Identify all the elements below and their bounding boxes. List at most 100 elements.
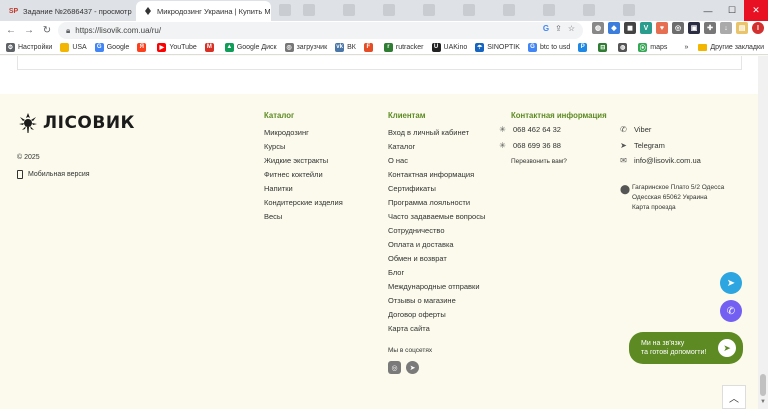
scroll-down-icon[interactable]: ▼ [760,399,766,405]
bookmark-item[interactable]: ⊟ [598,42,610,52]
bookmark-item[interactable]: G Google [94,42,129,52]
bookmark-item[interactable]: U UAKino [431,42,467,52]
star-icon[interactable]: ☆ [568,24,575,33]
extension-icon[interactable]: ◼ [624,22,636,34]
bookmark-item[interactable]: P [578,42,590,52]
footer-link[interactable]: Курсы [264,140,343,154]
tab-icon[interactable] [423,4,435,16]
footer-link[interactable]: Оплата и доставка [388,238,485,252]
tab-lisovik[interactable]: Микродозинг Украина | Купить М ✕ [136,1,271,21]
download-icon[interactable]: ↓ [720,22,732,34]
avatar[interactable]: I [752,22,764,34]
footer-link[interactable]: Контактная информация [388,168,485,182]
floating-telegram-icon[interactable]: ➤ [720,272,742,294]
page-scrollbar[interactable]: ▼ [758,56,768,409]
footer-link[interactable]: Весы [264,210,343,224]
footer-link[interactable]: Кондитерские изделия [264,196,343,210]
callback-link[interactable]: Перезвонить вам? [511,158,567,165]
site-logo[interactable]: ЛІСОВИК [17,112,135,134]
more-bookmarks-icon[interactable]: » [684,44,688,51]
telegram-link[interactable]: ➤ Telegram [619,141,665,150]
reload-icon[interactable]: ↻ [40,24,54,38]
bookmark-item[interactable]: ▲ Google Диск [224,42,277,52]
bookmark-item[interactable]: M [204,42,217,52]
bookmark-item[interactable]: Я [137,42,149,52]
footer-link[interactable]: Микродозинг [264,126,343,140]
extension-icon[interactable]: ▤ [736,22,748,34]
other-bookmarks[interactable]: Другие закладки [710,44,764,51]
footer-link[interactable]: Фитнес коктейли [264,168,343,182]
bookmark-item[interactable]: ⦿ maps [638,42,667,52]
tab-icon[interactable] [583,4,595,16]
instagram-icon[interactable]: ◎ [388,361,401,374]
tab-icon[interactable] [343,4,355,16]
bookmark-item[interactable]: r rutracker [383,42,424,52]
scroll-to-top-button[interactable]: ︿ [722,385,746,409]
address-line: Гагаринское Плато 5/2 Одесса [632,184,725,191]
bookmark-item[interactable]: ◎ загрузчик [284,42,327,52]
tab-icon[interactable] [543,4,555,16]
maximize-button[interactable]: ☐ [720,0,744,21]
footer-link[interactable]: Вход в личный кабинет [388,126,485,140]
email-link[interactable]: ✉ info@lisovik.com.ua [619,156,701,165]
viber-link[interactable]: ✆ Viber [619,125,651,134]
back-arrow-icon[interactable]: ← [4,24,18,38]
chat-send-icon[interactable]: ➤ [718,339,736,357]
phone-2[interactable]: ✳ 068 699 36 88 [498,141,561,150]
viber-label: Viber [634,125,652,134]
footer-link[interactable]: Сотрудничество [388,224,485,238]
tab-icon[interactable] [303,4,315,16]
tab-icon[interactable] [279,4,291,16]
footer-link[interactable]: Жидкие экстракты [264,154,343,168]
footer-link[interactable]: О нас [388,154,485,168]
phone-1[interactable]: ✳ 068 462 64 32 [498,125,561,134]
scrollbar-thumb[interactable] [760,374,766,396]
rutracker-icon: r [383,42,393,52]
bookmark-item[interactable]: F [363,42,376,52]
google-icon[interactable]: G [543,24,549,33]
extension-icon[interactable]: ◍ [592,22,604,34]
bookmark-item[interactable]: ◍ [618,42,630,52]
puzzle-icon[interactable]: ✚ [704,22,716,34]
tab-task[interactable]: SP Задание №2686437 - просмотр з ✕ [2,1,133,21]
bookmark-item[interactable]: vk ВК [335,42,356,52]
footer-link[interactable]: Карта сайта [388,322,485,336]
telegram-social-icon[interactable]: ➤ [406,361,419,374]
extension-icon[interactable]: ♥ [656,22,668,34]
chat-line: Ми на зв'язку [641,340,685,347]
bookmark-item[interactable]: ⚙ Настройки [6,42,52,52]
footer-link[interactable]: Каталог [388,140,485,154]
minimize-button[interactable]: — [696,0,720,21]
footer-link[interactable]: Сертификаты [388,182,485,196]
footer-link[interactable]: Договор оферты [388,308,485,322]
footer-link[interactable]: Международные отправки [388,280,485,294]
tab-icon[interactable] [383,4,395,16]
tab-icon[interactable] [463,4,475,16]
bookmark-item[interactable]: Gbtc to usd [527,42,570,52]
footer-link[interactable]: Обмен и возврат [388,252,485,266]
tab-icon[interactable] [623,4,635,16]
footer-link[interactable]: Программа лояльности [388,196,485,210]
address-bar[interactable]: 🔒︎ https://lisovik.com.ua/ru/ G ⇪ ☆ [58,22,583,39]
bookmark-item[interactable]: ▶ YouTube [157,42,197,52]
close-window-button[interactable]: ✕ [744,0,768,21]
url-text[interactable]: https://lisovik.com.ua/ru/ [75,26,161,35]
tab-icon[interactable] [503,4,515,16]
bookmark-item[interactable]: USA [60,42,87,52]
map-link[interactable]: Карта проезда [632,203,724,213]
share-icon[interactable]: ⇪ [555,24,562,33]
lock-icon[interactable]: 🔒︎ [66,26,70,36]
floating-viber-icon[interactable]: ✆ [720,300,742,322]
bookmark-item[interactable]: ☂ SINOPTIK [475,42,520,52]
extension-icon[interactable]: ▣ [688,22,700,34]
forward-arrow-icon[interactable]: → [22,24,36,38]
extension-icon[interactable]: V [640,22,652,34]
chat-widget[interactable]: Ми на зв'язку та готові допомогти! ➤ [629,332,743,364]
footer-link[interactable]: Отзывы о магазине [388,294,485,308]
extension-icon[interactable]: ◆ [608,22,620,34]
extension-icon[interactable]: ◎ [672,22,684,34]
footer-link[interactable]: Часто задаваемые вопросы [388,210,485,224]
footer-link[interactable]: Напитки [264,182,343,196]
footer-link[interactable]: Блог [388,266,485,280]
mobile-version-link[interactable]: Мобильная версия [17,170,90,179]
